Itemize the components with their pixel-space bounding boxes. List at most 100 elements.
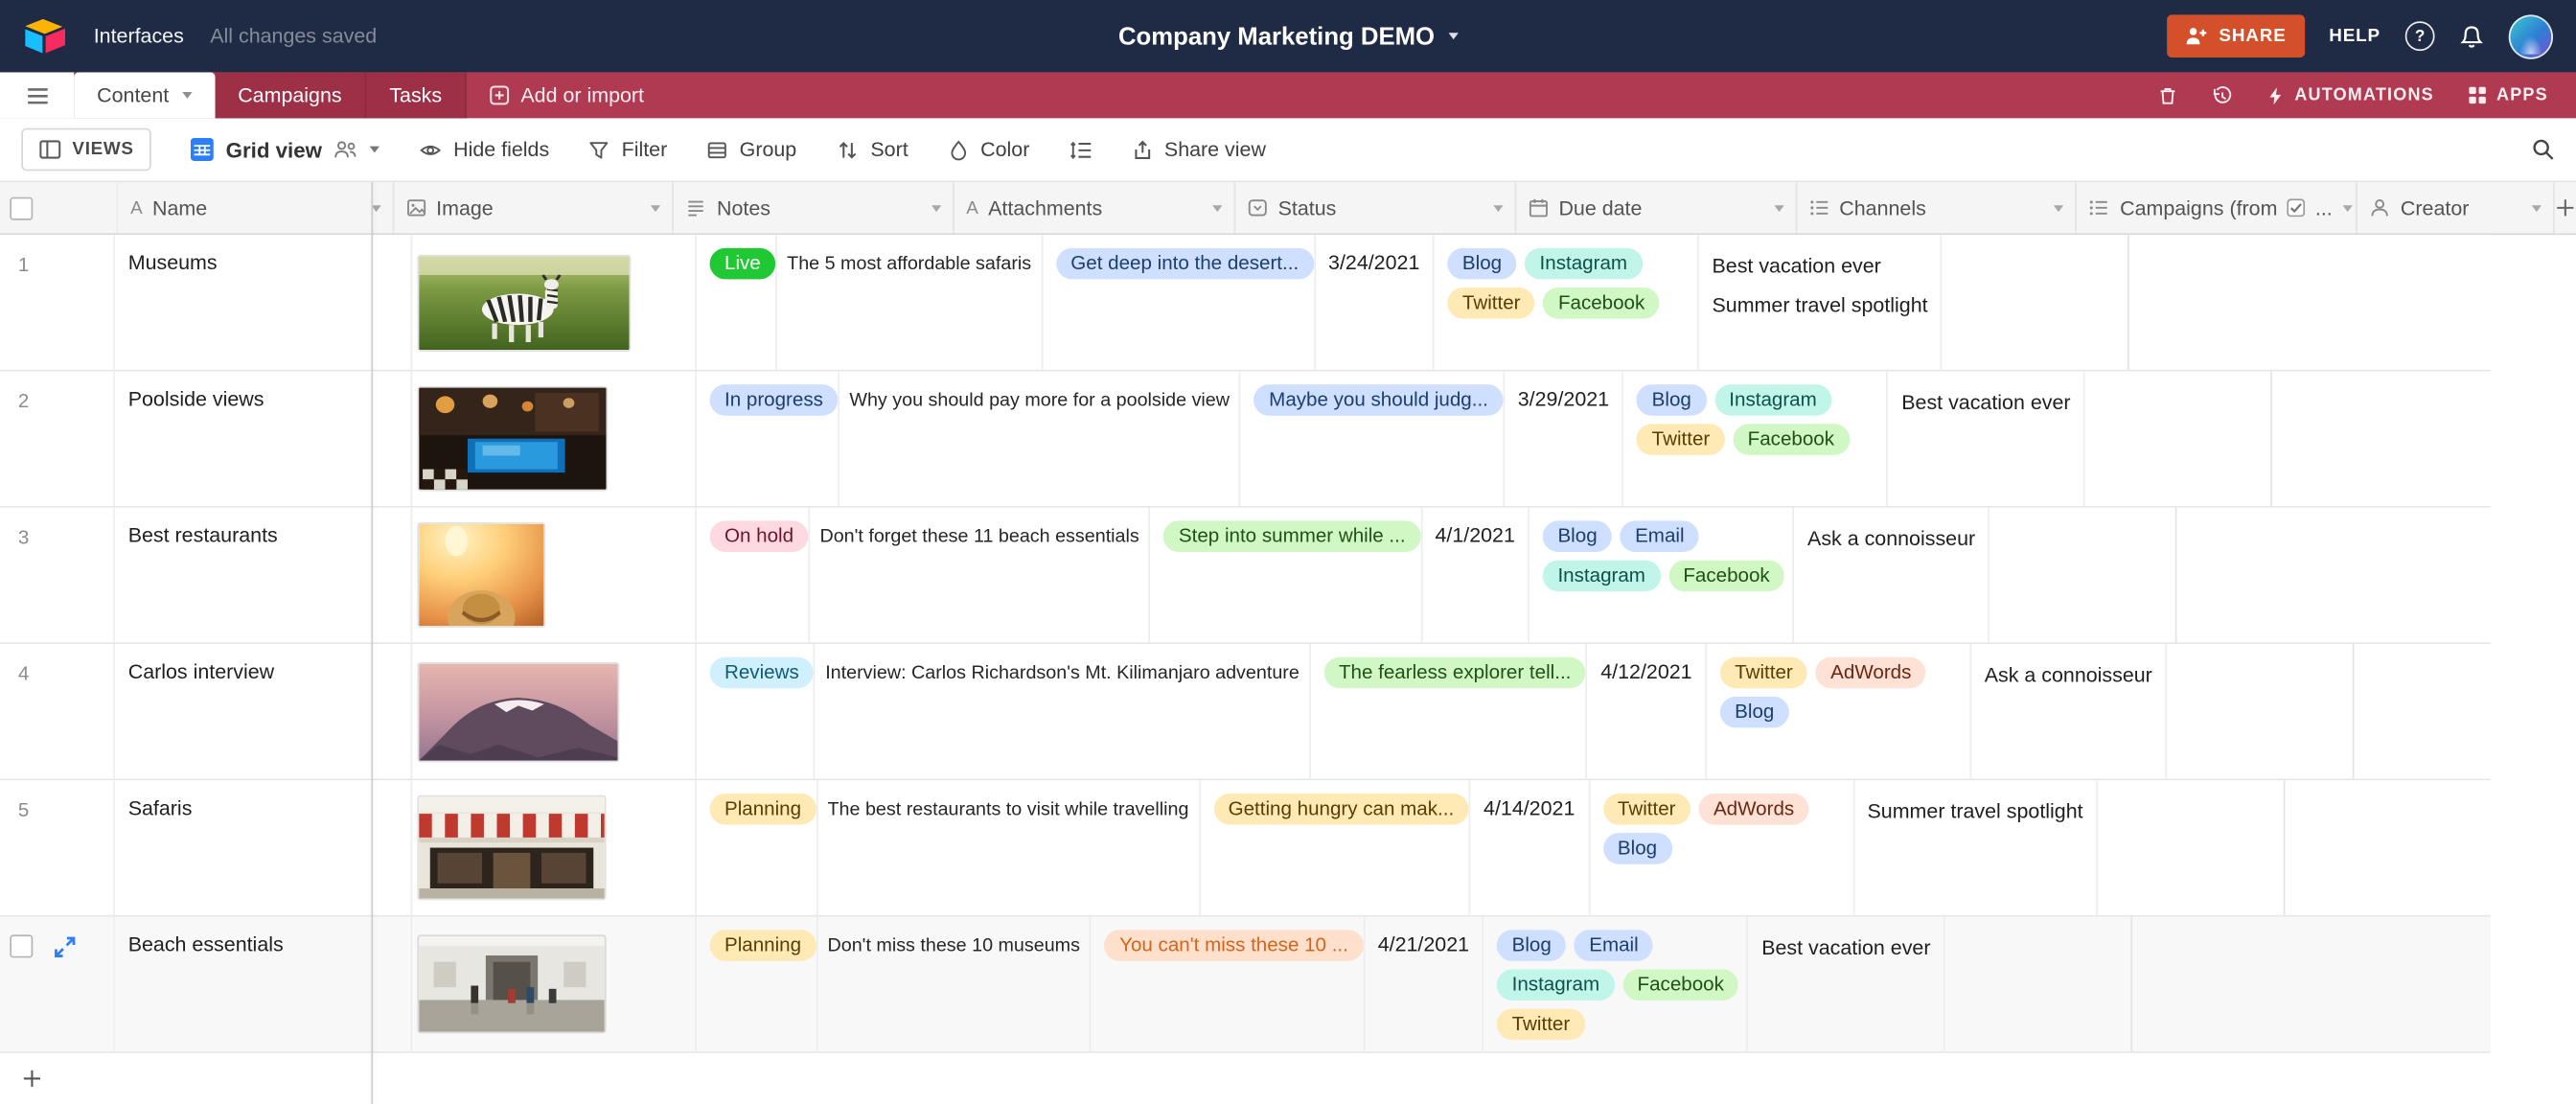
thumbnail-poolside-night[interactable] xyxy=(419,387,607,490)
cell-channels[interactable]: Blog Instagram Twitter Facebook xyxy=(1435,235,1699,370)
cell-attachments[interactable]: Interview: Carlos Richardson's Mt. Kilim… xyxy=(816,644,1311,779)
cell-status[interactable]: Getting hungry can mak... xyxy=(1200,780,1471,915)
cell-due-date[interactable]: 3/24/2021 xyxy=(1315,235,1435,370)
color-button[interactable]: Color xyxy=(948,138,1029,161)
automations-button[interactable]: AUTOMATIONS xyxy=(2250,72,2449,118)
table-row[interactable]: 2 Poolside views In progress Why you should… xyxy=(0,371,2491,508)
cell-due-date[interactable]: 3/29/2021 xyxy=(1505,371,1624,506)
cell-image[interactable] xyxy=(412,371,697,506)
cell-notes[interactable]: In progress xyxy=(697,371,840,506)
cell-campaigns[interactable]: Ask a connoisseur xyxy=(1794,507,1990,643)
cell-due-date[interactable]: 4/1/2021 xyxy=(1422,507,1530,643)
cell-attachments[interactable]: The 5 most affordable safaris xyxy=(777,235,1044,370)
table-row[interactable]: 5 Safaris Planning The best restaurants to … xyxy=(0,780,2491,917)
cell-creator[interactable] xyxy=(2167,644,2355,779)
cell-name[interactable]: Poolside views xyxy=(115,371,413,506)
row-select-checkbox[interactable] xyxy=(10,934,34,958)
cell-creator[interactable] xyxy=(1943,235,2130,370)
add-record-button[interactable] xyxy=(21,1068,42,1089)
filter-button[interactable]: Filter xyxy=(588,138,667,161)
column-header-image[interactable]: Image xyxy=(394,182,675,234)
cell-status[interactable]: Maybe you should judg... xyxy=(1241,371,1506,506)
cell-creator[interactable] xyxy=(2085,371,2273,506)
sidebar-toggle-button[interactable] xyxy=(0,72,75,119)
group-button[interactable]: Group xyxy=(706,138,796,161)
cell-campaigns[interactable]: Summer travel spotlight xyxy=(1854,780,2099,915)
interfaces-label[interactable]: Interfaces xyxy=(94,25,184,48)
apps-button[interactable]: APPS xyxy=(2452,72,2564,118)
cell-creator[interactable] xyxy=(1990,507,2177,643)
cell-campaigns[interactable]: Ask a connoisseur xyxy=(1971,644,2168,779)
thumbnail-zebra-grassland[interactable] xyxy=(419,255,630,350)
expand-record-icon[interactable] xyxy=(55,936,76,957)
cell-notes[interactable]: On hold xyxy=(697,507,811,643)
cell-name[interactable]: Beach essentials xyxy=(115,916,413,1052)
cell-campaigns[interactable]: Best vacation ever Summer travel spotligh… xyxy=(1699,235,1944,370)
base-title[interactable]: Company Marketing DEMO xyxy=(1118,22,1459,50)
cell-attachments[interactable]: Why you should pay more for a poolside v… xyxy=(840,371,1242,506)
thumbnail-museum-interior[interactable] xyxy=(419,936,605,1032)
cell-channels[interactable]: Blog Email Instagram Facebook xyxy=(1530,507,1795,643)
column-header-creator[interactable]: Creator xyxy=(2358,182,2555,234)
cell-status[interactable]: The fearless explorer tell... xyxy=(1311,644,1588,779)
cell-due-date[interactable]: 4/12/2021 xyxy=(1588,644,1708,779)
cell-attachments[interactable]: The best restaurants to visit while trav… xyxy=(817,780,1201,915)
cell-name[interactable]: Best restaurants xyxy=(115,507,413,643)
column-header-channels[interactable]: Channels xyxy=(1797,182,2078,234)
user-avatar[interactable] xyxy=(2508,13,2553,58)
history-button[interactable] xyxy=(2196,72,2246,118)
cell-due-date[interactable]: 4/21/2021 xyxy=(1365,916,1484,1052)
table-row[interactable]: 1 Museums Live The 5 most affordable safari… xyxy=(0,235,2491,372)
table-row[interactable]: Beach essentials Planning Don't miss these… xyxy=(0,916,2491,1053)
cell-notes[interactable]: Planning xyxy=(697,780,818,915)
column-header-attachments[interactable]: A Attachments xyxy=(954,182,1236,234)
views-button[interactable]: VIEWS xyxy=(21,127,152,172)
cell-name[interactable]: Museums xyxy=(115,235,413,370)
cell-status[interactable]: Get deep into the desert... xyxy=(1043,235,1316,370)
cell-name[interactable]: Safaris xyxy=(115,780,413,915)
column-header-status[interactable]: Status xyxy=(1235,182,1516,234)
cell-image[interactable] xyxy=(412,916,697,1052)
column-header-campaigns[interactable]: Campaigns (from ... xyxy=(2078,182,2358,234)
thumbnail-sunset-hat[interactable] xyxy=(419,523,544,627)
thumbnail-mountain-dusk[interactable] xyxy=(419,662,618,760)
airtable-logo-icon[interactable] xyxy=(23,17,67,55)
cell-image[interactable] xyxy=(412,780,697,915)
thumbnail-storefront[interactable] xyxy=(419,796,605,899)
tab-tasks[interactable]: Tasks xyxy=(366,72,467,119)
cell-creator[interactable] xyxy=(1945,916,2133,1052)
cell-status[interactable]: Step into summer while ... xyxy=(1151,507,1422,643)
bell-icon[interactable] xyxy=(2459,24,2484,49)
cell-image[interactable] xyxy=(412,235,697,370)
add-or-import-button[interactable]: Add or import xyxy=(467,72,667,118)
cell-notes[interactable]: Planning xyxy=(697,916,818,1052)
view-switcher[interactable]: Grid view xyxy=(191,137,380,162)
cell-due-date[interactable]: 4/14/2021 xyxy=(1470,780,1590,915)
cell-campaigns[interactable]: Best vacation ever xyxy=(1748,916,1945,1052)
tab-content[interactable]: Content xyxy=(74,72,216,119)
cell-channels[interactable]: Blog Instagram Twitter Facebook xyxy=(1624,371,1889,506)
cell-campaigns[interactable]: Best vacation ever xyxy=(1889,371,2085,506)
table-row[interactable]: 3 Best restaurants On hold Don't forget the… xyxy=(0,507,2491,644)
cell-attachments[interactable]: Don't forget these 11 beach essentials xyxy=(810,507,1151,643)
cell-channels[interactable]: Blog Email Instagram Facebook Twitter xyxy=(1484,916,1749,1052)
cell-image[interactable] xyxy=(412,507,697,643)
question-icon[interactable]: ? xyxy=(2404,21,2435,52)
help-button[interactable]: HELP xyxy=(2329,26,2380,46)
table-row[interactable]: 4 Carlos interview Reviews Interview: Carlo… xyxy=(0,644,2491,781)
cell-notes[interactable]: Reviews xyxy=(697,644,816,779)
trash-button[interactable] xyxy=(2142,72,2193,118)
column-header-name[interactable]: A Name xyxy=(119,182,394,234)
cell-notes[interactable]: Live xyxy=(697,235,777,370)
cell-channels[interactable]: Twitter AdWords Blog xyxy=(1590,780,1854,915)
cell-attachments[interactable]: Don't miss these 10 museums xyxy=(817,916,1092,1052)
tab-campaigns[interactable]: Campaigns xyxy=(215,72,367,119)
share-view-button[interactable]: Share view xyxy=(1132,138,1266,161)
add-field-button[interactable] xyxy=(2555,182,2576,233)
cell-image[interactable] xyxy=(412,644,697,779)
hide-fields-button[interactable]: Hide fields xyxy=(419,138,549,161)
select-all-checkbox[interactable] xyxy=(10,196,34,219)
column-header-due-date[interactable]: Due date xyxy=(1516,182,1797,234)
sort-button[interactable]: Sort xyxy=(836,138,908,161)
share-button[interactable]: SHARE xyxy=(2166,14,2305,58)
